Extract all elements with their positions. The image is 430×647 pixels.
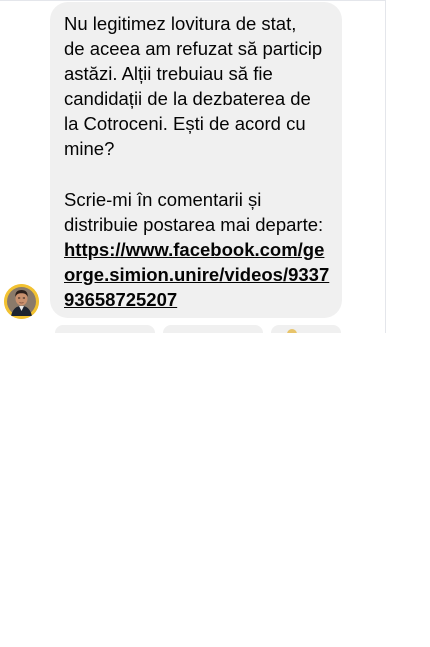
message-text-line: de aceea am refuzat să particip [64, 38, 323, 60]
divider [0, 0, 386, 1]
message-text-line: astăzi. Alții trebuiau să fie [64, 63, 273, 85]
message-text-line: mine? [64, 138, 115, 160]
video-link[interactable]: 93658725207 [64, 287, 330, 312]
message-text-line: Scrie-mi în comentarii și [64, 188, 262, 210]
chat-panel: Nu legitimez lovitura de stat, de aceea … [0, 0, 386, 333]
sender-avatar[interactable] [4, 284, 39, 319]
video-link[interactable]: https://www.facebook.com/ge [64, 237, 330, 262]
message-text-line: candidații de la dezbaterea de [64, 88, 311, 110]
reaction-chip[interactable] [163, 325, 263, 333]
blank-area [0, 333, 430, 647]
video-link[interactable]: orge.simion.unire/videos/9337 [64, 262, 330, 287]
message-text-line: la Cotroceni. Ești de acord cu [64, 113, 306, 135]
divider [385, 0, 386, 333]
reaction-chip[interactable] [271, 325, 341, 333]
message-bubble[interactable]: Nu legitimez lovitura de stat, de aceea … [50, 2, 342, 318]
person-avatar-icon [4, 284, 39, 319]
reaction-chip[interactable] [55, 325, 155, 333]
message-text-line: Nu legitimez lovitura de stat, [64, 13, 297, 34]
message-text-line: distribuie postarea mai departe: [64, 213, 324, 235]
